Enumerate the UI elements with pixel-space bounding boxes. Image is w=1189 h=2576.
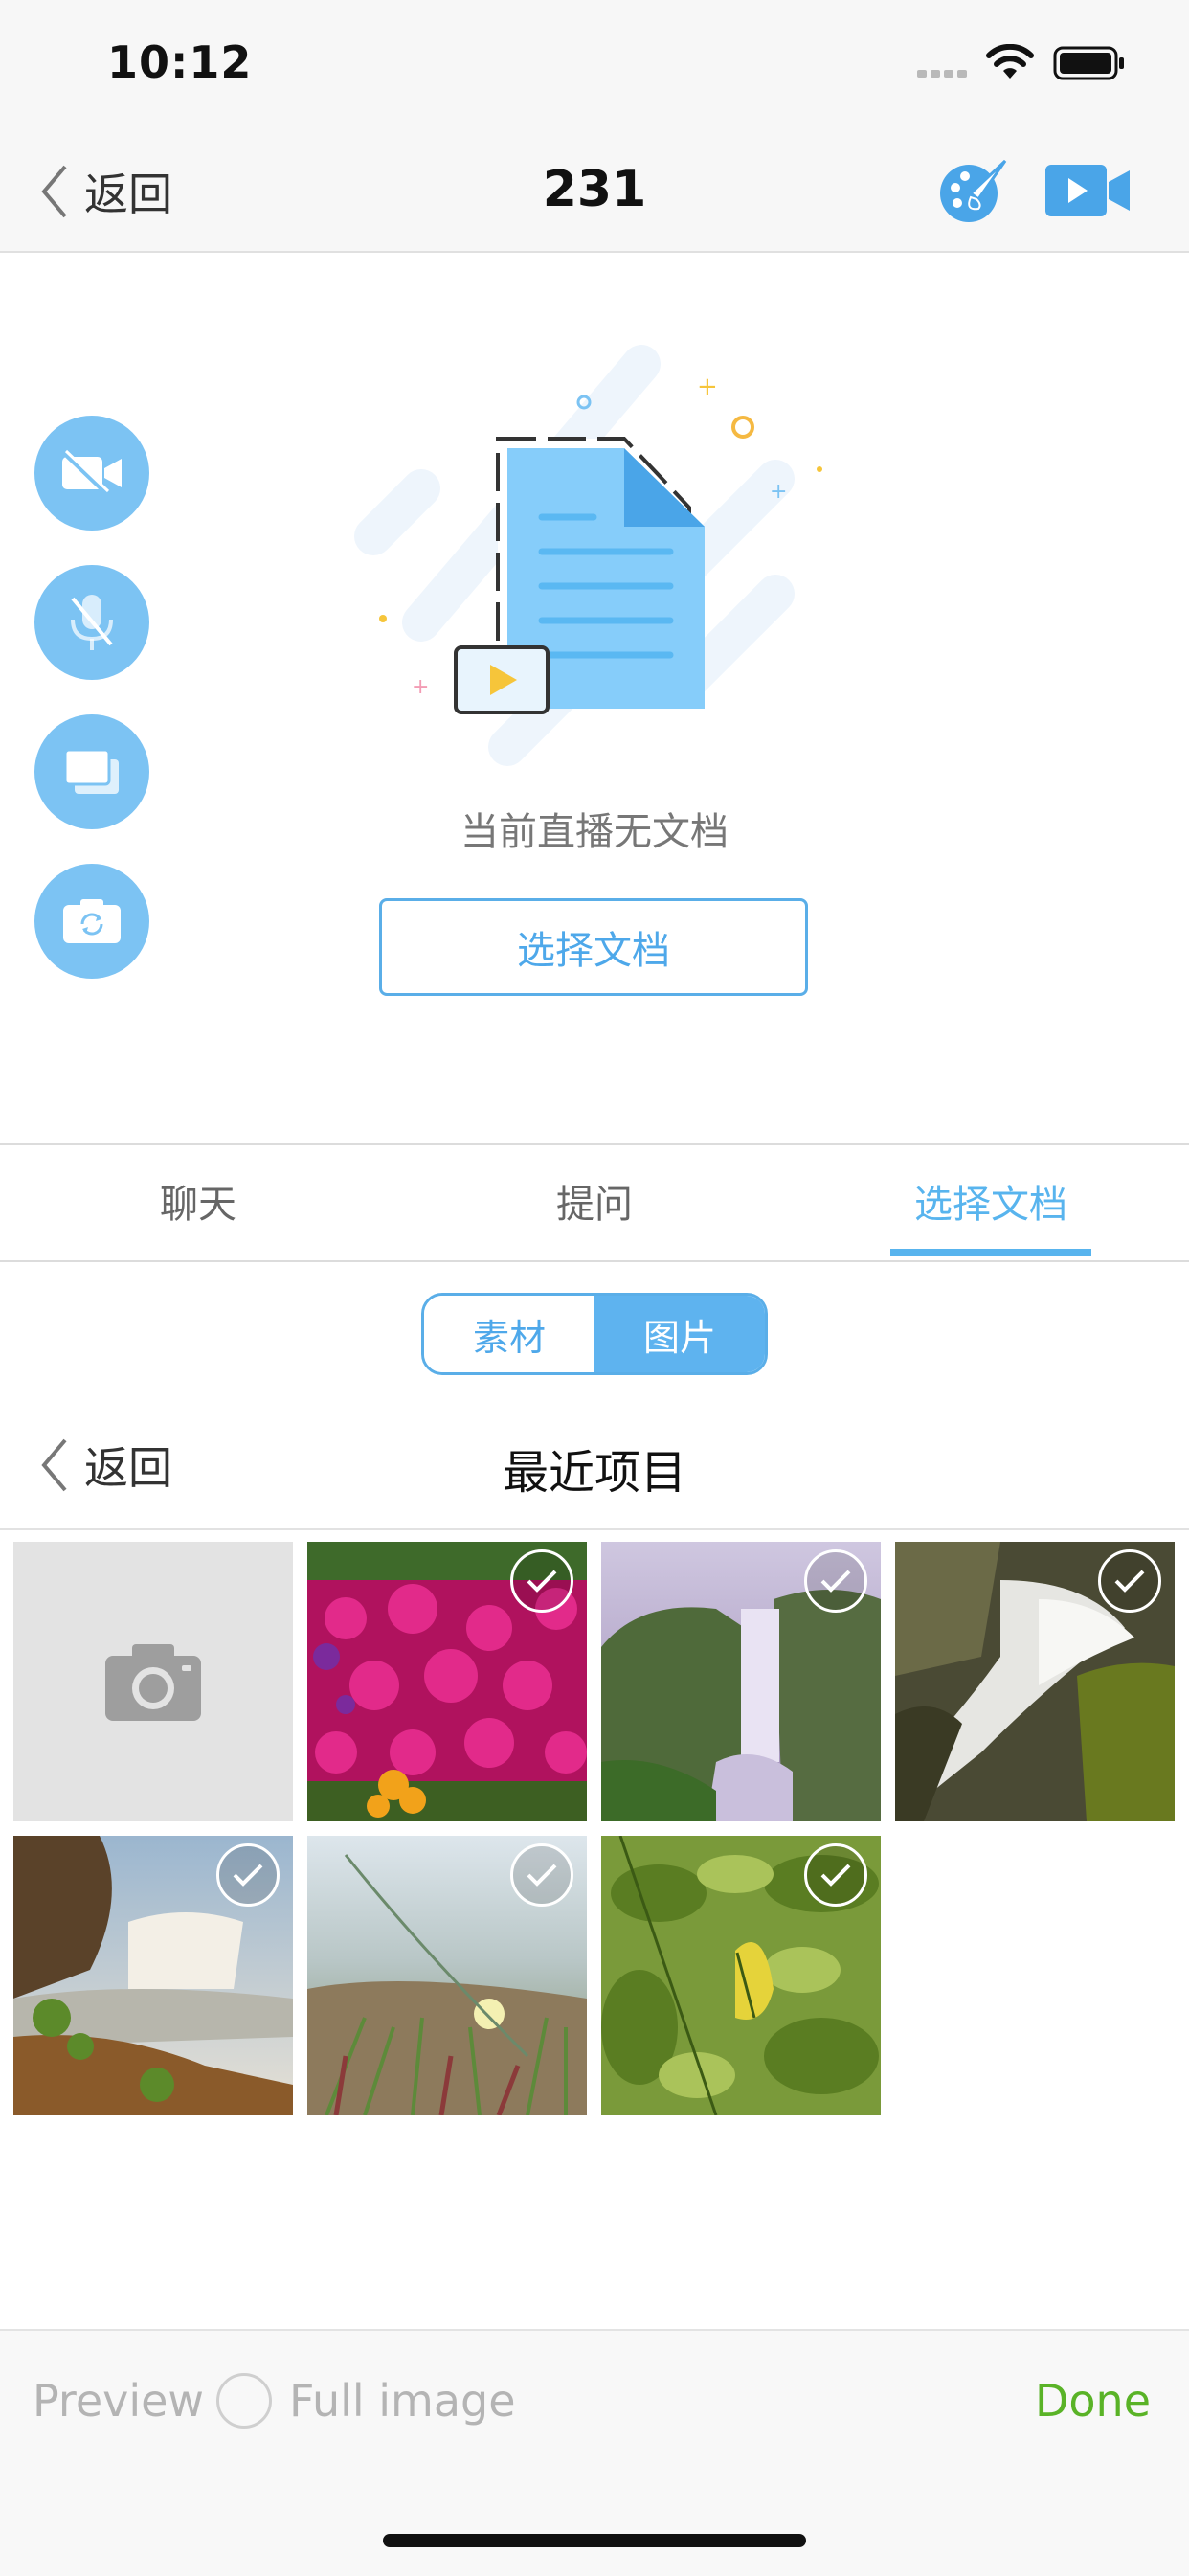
selected-check-icon[interactable] bbox=[216, 1843, 280, 1907]
preview-button[interactable]: Preview bbox=[33, 2375, 204, 2427]
camera-icon bbox=[105, 1644, 201, 1721]
camera-cell[interactable] bbox=[13, 1542, 293, 1821]
select-document-button[interactable]: 选择文档 bbox=[379, 898, 808, 996]
selected-check-icon[interactable] bbox=[1098, 1549, 1161, 1613]
tab-bar: 聊天 提问 选择文档 bbox=[0, 1143, 1189, 1262]
page-title: 231 bbox=[542, 161, 647, 218]
cellular-signal-icon bbox=[917, 63, 971, 78]
svg-text:+: + bbox=[412, 675, 429, 699]
tab-select-document[interactable]: 选择文档 bbox=[793, 1145, 1189, 1256]
camera-off-button[interactable] bbox=[34, 416, 149, 531]
photo-waterfall-1[interactable] bbox=[601, 1542, 881, 1821]
video-camera-icon[interactable] bbox=[1045, 159, 1132, 222]
status-time: 10:12 bbox=[107, 36, 253, 88]
photo-grass[interactable] bbox=[307, 1836, 587, 2115]
segment-image[interactable]: 图片 bbox=[594, 1296, 765, 1372]
album-title: 最近项目 bbox=[502, 1446, 686, 1500]
selected-check-icon[interactable] bbox=[804, 1843, 867, 1907]
selected-check-icon[interactable] bbox=[510, 1843, 573, 1907]
palette-brush-icon[interactable] bbox=[936, 155, 1009, 228]
source-segment-control: 素材 图片 bbox=[421, 1293, 768, 1375]
empty-doc-message: 当前直播无文档 bbox=[460, 810, 729, 854]
photo-flowers[interactable] bbox=[307, 1542, 587, 1821]
selected-check-icon[interactable] bbox=[804, 1549, 867, 1613]
empty-document-illustration: + + + bbox=[354, 345, 833, 785]
mic-off-button[interactable] bbox=[34, 565, 149, 680]
tab-questions[interactable]: 提问 bbox=[396, 1145, 793, 1256]
full-image-radio[interactable] bbox=[216, 2373, 272, 2429]
battery-icon bbox=[1053, 46, 1126, 80]
segment-material[interactable]: 素材 bbox=[424, 1296, 594, 1372]
done-button[interactable]: Done bbox=[1035, 2375, 1151, 2427]
active-tab-indicator bbox=[890, 1249, 1091, 1256]
switch-camera-icon bbox=[63, 899, 121, 943]
svg-text:+: + bbox=[770, 480, 787, 504]
photo-waterfall-2[interactable] bbox=[895, 1542, 1175, 1821]
divider bbox=[0, 1528, 1189, 1530]
mic-off-icon bbox=[71, 595, 113, 650]
wifi-icon bbox=[984, 43, 1036, 82]
photo-leaf[interactable] bbox=[601, 1836, 881, 2115]
selected-check-icon[interactable] bbox=[510, 1549, 573, 1613]
tab-chat[interactable]: 聊天 bbox=[0, 1145, 396, 1256]
screen-share-icon bbox=[63, 748, 119, 794]
full-image-label[interactable]: Full image bbox=[289, 2375, 516, 2427]
switch-camera-button[interactable] bbox=[34, 864, 149, 979]
photo-waterfall-3[interactable] bbox=[13, 1836, 293, 2115]
svg-text:+: + bbox=[697, 373, 718, 401]
home-indicator bbox=[383, 2534, 806, 2547]
camera-off-icon bbox=[62, 449, 122, 495]
